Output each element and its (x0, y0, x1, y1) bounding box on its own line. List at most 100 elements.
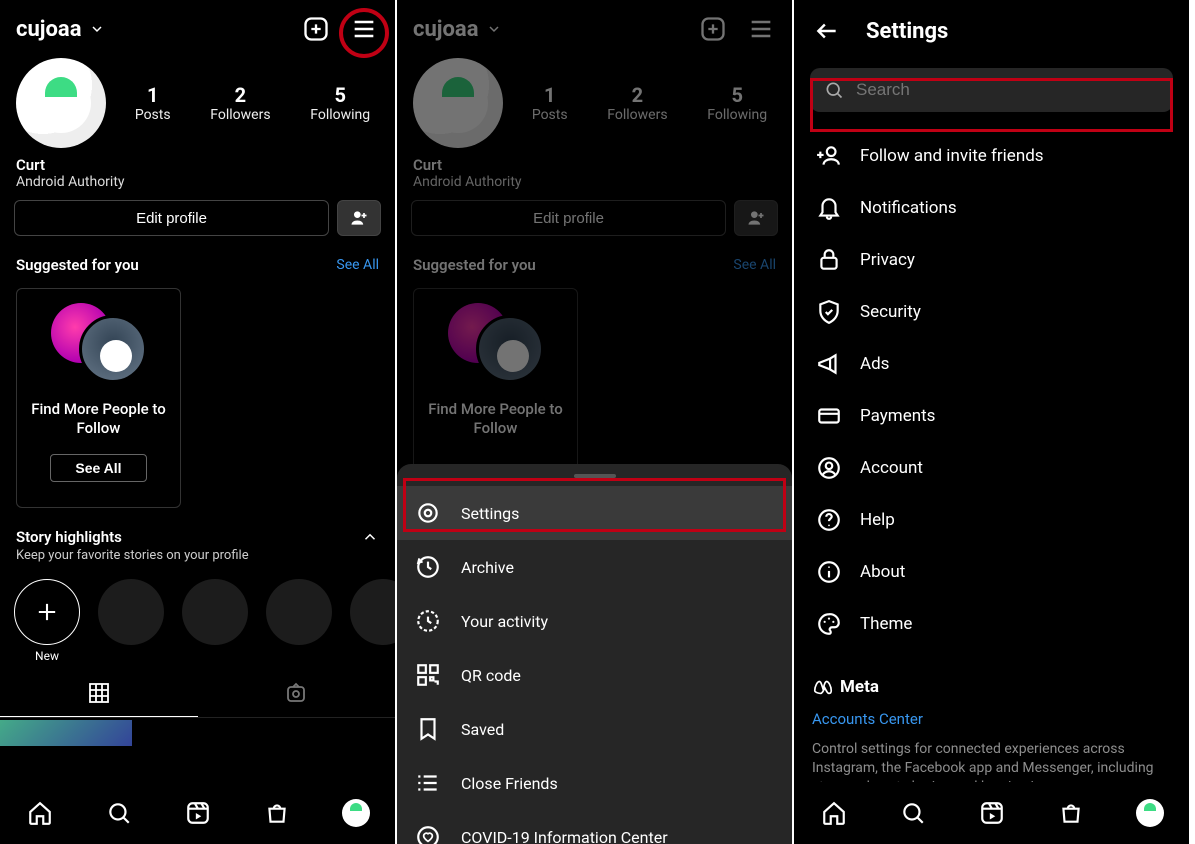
shop-icon (1058, 800, 1084, 826)
activity-icon (415, 608, 441, 634)
nav-profile[interactable] (342, 799, 370, 827)
suggested-title: Suggested for you (16, 256, 139, 274)
settings-search-input[interactable] (856, 80, 1159, 100)
home-icon (821, 800, 847, 826)
shop-icon (264, 800, 290, 826)
story-highlights-title: Story highlights (16, 528, 122, 546)
bottom-nav (794, 782, 1189, 844)
highlight-menu-annotation (339, 8, 389, 58)
settings-search[interactable] (810, 68, 1173, 112)
suggested-card-see-all[interactable]: See All (50, 454, 146, 482)
gear-icon (415, 500, 441, 526)
chevron-down-icon (89, 21, 105, 37)
create-post-button[interactable] (698, 14, 728, 44)
tab-grid[interactable] (0, 669, 198, 717)
nav-home[interactable] (26, 799, 54, 827)
username-text: cujoaa (16, 17, 81, 42)
highlight-placeholder (266, 579, 332, 663)
bookmark-icon (415, 716, 441, 742)
nav-reels[interactable] (184, 799, 212, 827)
settings-item-security[interactable]: Security (798, 286, 1185, 338)
find-more-label: Find More People to Follow (25, 400, 172, 438)
nav-shop[interactable] (263, 799, 291, 827)
settings-title: Settings (866, 19, 948, 44)
nav-home[interactable] (820, 799, 848, 827)
add-user-icon (746, 208, 766, 228)
grid-icon (87, 681, 111, 705)
tagged-icon (284, 681, 308, 705)
settings-item-about[interactable]: About (798, 546, 1185, 598)
sheet-item-covid[interactable]: COVID-19 Information Center (397, 810, 792, 844)
accounts-center-link[interactable]: Accounts Center (812, 710, 1171, 728)
suggested-avatars (51, 303, 146, 378)
settings-item-theme[interactable]: Theme (798, 598, 1185, 650)
chevron-up-icon[interactable] (361, 528, 379, 546)
avatar-icon (342, 799, 370, 827)
nav-search[interactable] (105, 799, 133, 827)
bio-name: Curt (413, 156, 776, 174)
sheet-item-settings[interactable]: Settings (397, 486, 792, 540)
highlight-new[interactable]: New (14, 579, 80, 663)
stat-posts[interactable]: 1 Posts (135, 83, 171, 123)
create-post-button[interactable] (301, 14, 331, 44)
menu-button[interactable] (746, 14, 776, 44)
stat-following[interactable]: 5 Following (310, 83, 370, 123)
bottom-sheet-menu: Settings Archive Your activity QR code S… (397, 464, 792, 844)
post-thumbnail[interactable] (0, 720, 132, 746)
bio-subtitle: Android Authority (16, 174, 379, 190)
profile-avatar[interactable] (16, 58, 106, 148)
info-icon (816, 559, 842, 585)
suggested-see-all[interactable]: See All (336, 257, 379, 273)
username-dropdown[interactable]: cujoaa (413, 17, 502, 42)
arrow-left-icon (814, 18, 840, 44)
sheet-item-qr[interactable]: QR code (397, 648, 792, 702)
tab-tagged[interactable] (198, 669, 396, 717)
nav-reels[interactable] (978, 799, 1006, 827)
avatar-icon (1136, 799, 1164, 827)
panel-menu-sheet: cujoaa 1Posts 2Followers 5Following Curt… (397, 0, 794, 844)
settings-item-payments[interactable]: Payments (798, 390, 1185, 442)
highlight-placeholder (182, 579, 248, 663)
posts-grid[interactable] (0, 718, 395, 746)
sheet-handle[interactable] (574, 474, 616, 478)
username-dropdown[interactable]: cujoaa (16, 17, 105, 42)
stat-posts[interactable]: 1Posts (532, 83, 568, 123)
hamburger-icon (747, 15, 775, 43)
stat-followers[interactable]: 2 Followers (210, 83, 270, 123)
nav-shop[interactable] (1057, 799, 1085, 827)
panel-settings: Settings Follow and invite friends Notif… (794, 0, 1191, 844)
highlight-placeholder (98, 579, 164, 663)
back-button[interactable] (812, 16, 842, 46)
profile-avatar[interactable] (413, 58, 503, 148)
sheet-item-activity[interactable]: Your activity (397, 594, 792, 648)
stat-following[interactable]: 5Following (707, 83, 767, 123)
settings-item-account[interactable]: Account (798, 442, 1185, 494)
nav-profile[interactable] (1136, 799, 1164, 827)
discover-people-button[interactable] (337, 200, 381, 236)
edit-profile-button[interactable]: Edit profile (14, 200, 329, 236)
home-icon (27, 800, 53, 826)
help-icon (816, 507, 842, 533)
sheet-item-close-friends[interactable]: Close Friends (397, 756, 792, 810)
settings-item-ads[interactable]: Ads (798, 338, 1185, 390)
settings-item-notifications[interactable]: Notifications (798, 182, 1185, 234)
palette-icon (816, 611, 842, 637)
search-icon (824, 80, 844, 100)
settings-item-privacy[interactable]: Privacy (798, 234, 1185, 286)
archive-icon (415, 554, 441, 580)
discover-people-button[interactable] (734, 200, 778, 236)
panel-profile: cujoaa 1 Posts 2 Followers 5 (0, 0, 397, 844)
suggested-title: Suggested for you (413, 256, 536, 274)
sheet-item-saved[interactable]: Saved (397, 702, 792, 756)
account-icon (816, 455, 842, 481)
edit-profile-button[interactable]: Edit profile (411, 200, 726, 236)
meta-icon (812, 676, 834, 698)
stat-followers[interactable]: 2Followers (607, 83, 667, 123)
qr-icon (415, 662, 441, 688)
settings-item-follow-invite[interactable]: Follow and invite friends (798, 130, 1185, 182)
nav-search[interactable] (899, 799, 927, 827)
settings-item-help[interactable]: Help (798, 494, 1185, 546)
suggested-see-all[interactable]: See All (733, 257, 776, 273)
search-icon (106, 800, 132, 826)
sheet-item-archive[interactable]: Archive (397, 540, 792, 594)
